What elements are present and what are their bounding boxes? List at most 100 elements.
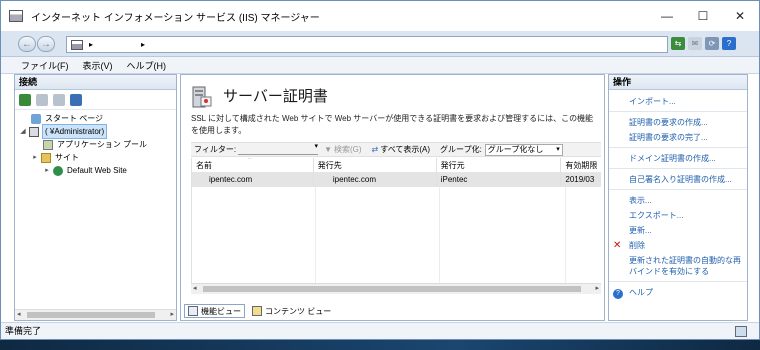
table-row[interactable]: ipentec.com ipentec.com iPentec 2019/03: [192, 173, 601, 187]
action-view[interactable]: 表示...: [609, 189, 747, 206]
column-header-issued-by[interactable]: 発行元: [437, 158, 562, 172]
show-all-button[interactable]: ⇄ すべて表示(A): [372, 144, 431, 155]
column-header-name[interactable]: ^ 名前: [192, 158, 314, 172]
action-delete-label: 削除: [629, 241, 645, 250]
save-icon[interactable]: [36, 93, 48, 106]
mail-icon[interactable]: ✉: [688, 37, 702, 50]
up-icon[interactable]: [53, 93, 65, 106]
action-create-request[interactable]: 証明書の要求の作成...: [609, 111, 747, 128]
actions-header: 操作: [609, 75, 747, 90]
expand-arrow-icon[interactable]: ▸: [43, 164, 51, 177]
page-title: サーバー証明書: [223, 88, 328, 105]
connect-icon[interactable]: ⇆: [671, 37, 685, 50]
action-export[interactable]: エクスポート...: [609, 210, 747, 221]
server-icon: [29, 126, 39, 137]
refresh-icon[interactable]: ⟳: [705, 37, 719, 50]
iis-app-icon: [9, 10, 23, 22]
tree-item-app-pools[interactable]: アプリケーション プール: [15, 138, 176, 151]
menu-file[interactable]: ファイル(F): [21, 59, 69, 72]
group-by-label: グループ化:: [440, 145, 482, 154]
tab-features-view[interactable]: 機能ビュー: [184, 304, 245, 318]
desktop-background: [0, 340, 760, 350]
scroll-left-icon[interactable]: ◂: [193, 284, 197, 292]
certificates-table: ^ 名前 発行先 発行元 有効期限 ipentec.com ipentec.co…: [191, 158, 601, 283]
filter-input[interactable]: [238, 142, 318, 155]
server-certificates-icon: [192, 86, 212, 108]
group-by-select[interactable]: グループ化なし: [484, 143, 563, 156]
scroll-thumb[interactable]: [27, 312, 155, 318]
app-pool-icon: [43, 139, 53, 150]
action-auto-rebind[interactable]: 更新された証明書の自動的な再バインドを有効にする: [609, 255, 747, 277]
scroll-thumb[interactable]: [203, 286, 581, 292]
address-bar[interactable]: ▸ ▸: [66, 36, 668, 53]
iis-manager-window: インターネット インフォメーション サービス (IIS) マネージャー — ☐ …: [0, 0, 760, 340]
title-bar: インターネット インフォメーション サービス (IIS) マネージャー — ☐ …: [1, 1, 759, 31]
column-gridlines: [192, 187, 601, 283]
toolbar-icons: ⇆ ✉ ⟳ ?: [671, 37, 736, 50]
scroll-right-icon[interactable]: ▸: [170, 310, 174, 318]
folder-icon: [41, 152, 51, 163]
filter-bar: フィルター: ▼ 検索(G) ⇄ すべて表示(A) グループ化: グループ化なし: [191, 142, 601, 157]
minimize-button[interactable]: —: [649, 1, 685, 31]
status-text: 準備完了: [5, 326, 42, 336]
connections-toolbar: [15, 90, 176, 110]
view-tabs: 機能ビュー コンテンツ ビュー: [184, 303, 334, 319]
tree-item-server[interactable]: ◢ ( ¥Administrator): [15, 124, 176, 139]
server-icon: [71, 39, 83, 50]
search-button-label: 検索(G): [333, 145, 362, 154]
cell-name: ipentec.com: [192, 173, 314, 187]
action-renew[interactable]: 更新...: [609, 225, 747, 236]
maximize-button[interactable]: ☐: [685, 1, 721, 31]
breadcrumb-arrow[interactable]: ▸: [89, 40, 93, 49]
tree-item-default-web-site[interactable]: ▸ Default Web Site: [15, 164, 176, 177]
tab-content-view[interactable]: コンテンツ ビュー: [249, 304, 334, 318]
help-icon: ?: [613, 287, 623, 299]
collapse-arrow-icon[interactable]: ▸: [31, 151, 39, 164]
disconnect-icon[interactable]: [70, 93, 82, 106]
action-import[interactable]: インポート...: [609, 96, 747, 107]
tree-item-sites[interactable]: ▸ サイト: [15, 151, 176, 164]
menu-help[interactable]: ヘルプ(H): [127, 59, 167, 72]
actions-list: インポート... 証明書の要求の作成... 証明書の要求の完了... ドメイン証…: [609, 90, 747, 299]
window-title: インターネット インフォメーション サービス (IIS) マネージャー: [31, 12, 320, 24]
tab-content-label: コンテンツ ビュー: [265, 306, 332, 316]
scroll-right-icon[interactable]: ▸: [595, 284, 599, 292]
search-button[interactable]: ▼ 検索(G): [324, 144, 361, 155]
action-help[interactable]: ? ヘルプ: [609, 281, 747, 299]
connections-tree: スタート ページ ◢ ( ¥Administrator) アプリケーション プー…: [15, 110, 176, 177]
menu-bar: ファイル(F) 表示(V) ヘルプ(H): [1, 57, 759, 74]
delete-icon: ✕: [613, 240, 622, 251]
column-header-expires[interactable]: 有効期限: [561, 158, 601, 172]
column-header-issued-to[interactable]: 発行先: [314, 158, 437, 172]
scroll-left-icon[interactable]: ◂: [17, 310, 21, 318]
tab-features-label: 機能ビュー: [201, 306, 241, 316]
action-complete-request[interactable]: 証明書の要求の完了...: [609, 132, 747, 143]
sort-arrow-icon: ^: [248, 158, 252, 163]
table-hscrollbar[interactable]: ◂ ▸: [191, 283, 601, 294]
menu-view[interactable]: 表示(V): [83, 59, 113, 72]
connect-icon[interactable]: [19, 93, 31, 106]
feature-description: SSL に対して構成された Web サイトで Web サーバーが使用できる証明書…: [191, 114, 594, 135]
help-icon[interactable]: ?: [722, 37, 736, 50]
column-name-label: 名前: [196, 161, 212, 170]
collapse-arrow-icon[interactable]: ◢: [19, 125, 27, 138]
start-page-icon: [31, 113, 41, 124]
action-delete[interactable]: ✕ 削除: [609, 240, 747, 251]
connections-hscrollbar[interactable]: ◂ ▸: [15, 309, 176, 320]
action-create-self-signed[interactable]: 自己署名入り証明書の作成...: [609, 168, 747, 185]
tree-item-start-page[interactable]: スタート ページ: [15, 112, 176, 125]
connections-header: 接続: [15, 75, 176, 90]
breadcrumb-arrow[interactable]: ▸: [141, 40, 145, 49]
status-bar: 準備完了: [1, 322, 759, 339]
table-header: ^ 名前 発行先 発行元 有効期限: [192, 158, 601, 173]
cell-expires: 2019/03: [565, 175, 595, 184]
network-status-icon: [735, 326, 747, 337]
cell-issued-by: iPentec: [437, 173, 562, 187]
close-button[interactable]: ✕: [722, 1, 758, 31]
connections-pane: 接続 スタート ページ ◢ ( ¥Administrator) アプリケーション…: [14, 74, 177, 321]
action-create-domain-cert[interactable]: ドメイン証明書の作成...: [609, 147, 747, 164]
back-button[interactable]: ←: [18, 36, 36, 52]
forward-button[interactable]: →: [37, 36, 55, 52]
address-row: ← → ▸ ▸ ⇆ ✉ ⟳ ?: [1, 31, 759, 57]
funnel-icon: ▼: [324, 145, 332, 154]
